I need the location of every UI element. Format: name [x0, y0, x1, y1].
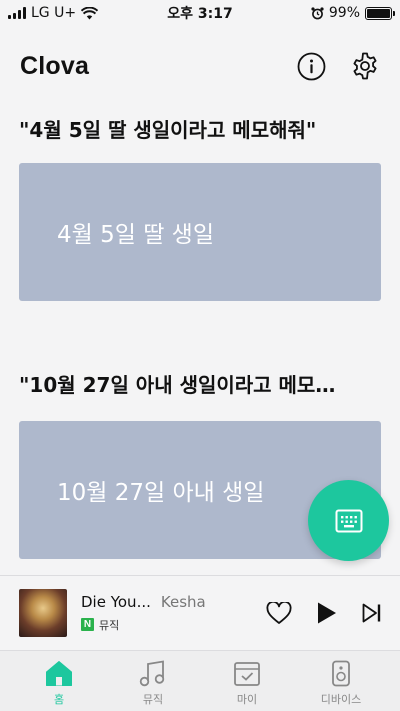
status-left: LG U+ — [8, 5, 99, 21]
track-title: Die You... — [81, 592, 151, 611]
service-name: 뮤직 — [99, 618, 120, 632]
wifi-icon — [81, 6, 99, 19]
tab-label: 마이 — [236, 693, 258, 706]
tab-label: 뮤직 — [142, 693, 164, 706]
example-card: "4월 5일 딸 생일이라고 메모해줘" 4월 5일 딸 생일 — [19, 115, 381, 301]
memo-text: 4월 5일 딸 생일 — [57, 222, 214, 248]
next-track-button[interactable] — [362, 603, 382, 623]
device-icon — [332, 660, 350, 687]
card-quote: "4월 5일 딸 생일이라고 메모해줘" — [19, 118, 317, 142]
tab-device[interactable]: 디바이스 — [301, 651, 381, 711]
bottom-tab-bar: 홈 뮤직 마이 디바이스 — [0, 650, 400, 711]
track-info[interactable]: Die You... Kesha N 뮤직 — [81, 593, 231, 633]
alarm-icon — [311, 6, 324, 19]
my-icon — [234, 662, 260, 686]
status-right: 99% — [311, 5, 395, 21]
app-title: Clova — [20, 51, 90, 80]
status-bar: LG U+ 오후 3:17 99% — [0, 0, 400, 26]
keyboard-fab-button[interactable] — [308, 480, 389, 561]
app-header: Clova — [20, 44, 380, 88]
info-icon — [297, 52, 325, 80]
keyboard-icon — [335, 509, 362, 532]
music-icon — [139, 660, 165, 687]
home-icon — [46, 661, 72, 686]
gear-icon — [353, 52, 377, 80]
card-quote: "10월 27일 아내 생일이라고 메모… — [19, 373, 336, 397]
player-controls — [266, 576, 382, 650]
memo-text: 10월 27일 아내 생일 — [57, 480, 265, 506]
tab-label: 디바이스 — [320, 693, 362, 706]
memo-card[interactable]: 4월 5일 딸 생일 — [19, 163, 381, 301]
album-art[interactable] — [19, 588, 67, 637]
tab-music[interactable]: 뮤직 — [113, 651, 193, 711]
track-artist: Kesha — [160, 592, 206, 611]
play-button[interactable] — [316, 601, 338, 625]
tab-home[interactable]: 홈 — [19, 651, 99, 711]
heart-button[interactable] — [266, 601, 292, 625]
settings-button[interactable] — [350, 51, 380, 81]
battery-icon — [365, 6, 395, 20]
tab-my[interactable]: 마이 — [207, 651, 287, 711]
signal-icon — [8, 7, 26, 19]
battery-label: 99% — [328, 5, 360, 21]
carrier-label: LG U+ — [31, 5, 77, 21]
info-button[interactable] — [296, 51, 326, 81]
naver-badge-icon: N — [81, 618, 94, 631]
header-actions — [296, 51, 380, 81]
mini-player[interactable]: Die You... Kesha N 뮤직 — [0, 575, 400, 649]
tab-label: 홈 — [53, 693, 65, 706]
service-label: N 뮤직 — [81, 617, 231, 633]
